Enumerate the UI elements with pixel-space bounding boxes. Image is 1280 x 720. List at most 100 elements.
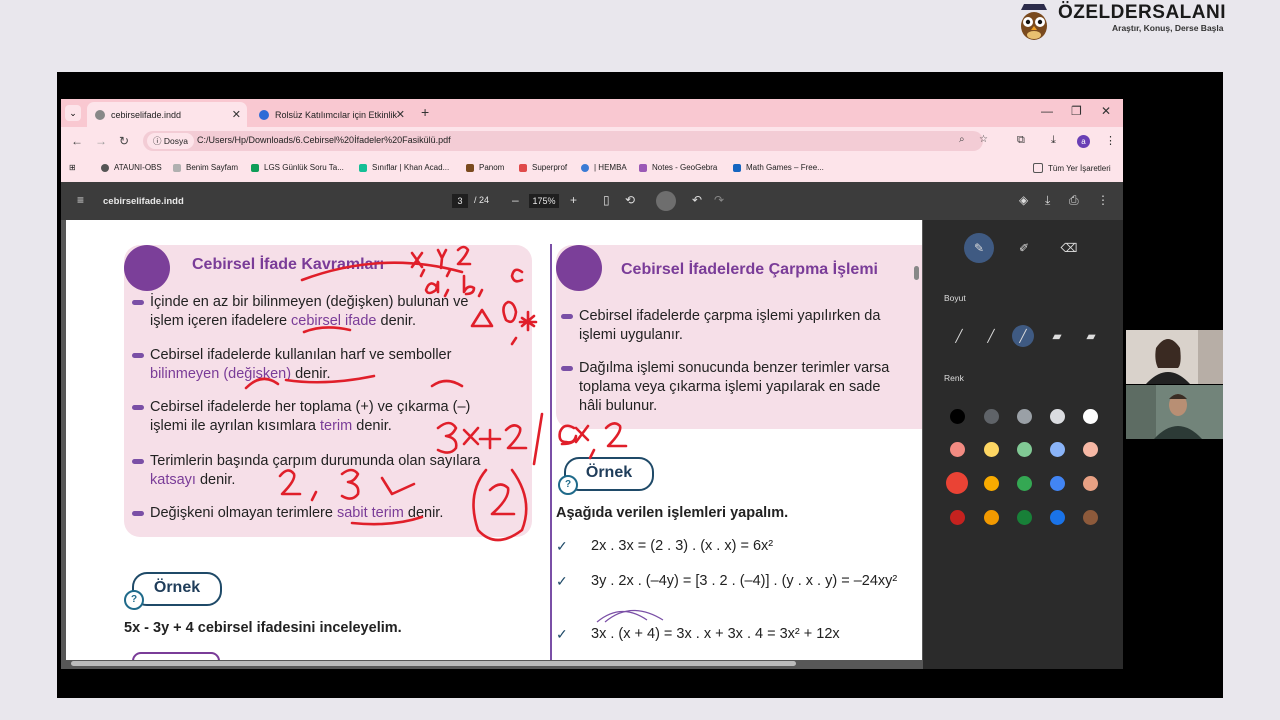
rotate-icon[interactable]: ⟲ (625, 193, 635, 207)
bullet-dagilma: Dağılma işlemi sonucunda benzer terimler… (560, 360, 890, 414)
question-icon: ? (124, 590, 144, 610)
maximize-icon[interactable]: ❐ (1071, 104, 1082, 118)
color-swatch[interactable] (950, 442, 965, 457)
all-bookmarks-folder[interactable]: Tüm Yer İşaretleri (1033, 163, 1111, 173)
tab-label: cebirselifade.indd (111, 109, 182, 120)
address-bar: ← → ↻ ⓘ Dosya C:/Users/Hp/Downloads/6.Ce… (61, 127, 1123, 155)
color-swatch[interactable] (1017, 510, 1032, 525)
bullet-degisken: Cebirsel ifadelerde kullanılan harf ve s… (131, 347, 452, 382)
brand-name: ÖZELDERSALANI (1058, 2, 1226, 23)
bookmark-star-icon[interactable]: ☆ (979, 134, 988, 145)
question-icon: ? (558, 475, 578, 495)
zoom-out-icon[interactable]: – (512, 193, 519, 207)
download-icon[interactable]: ⤓ (1051, 134, 1056, 147)
bookmark-item[interactable]: Panom (466, 163, 504, 172)
menu-kebab-icon[interactable]: ⋮ (1105, 134, 1116, 147)
bookmark-item[interactable]: LGS Günlük Soru Ta... (251, 163, 344, 172)
pdf-viewport[interactable]: Cebirsel İfade Kavramları İçinde en az b… (61, 220, 923, 669)
color-swatch[interactable] (1083, 409, 1098, 424)
color-swatch[interactable] (984, 510, 999, 525)
tab-search-button[interactable]: ⌄ (65, 105, 81, 121)
color-swatch[interactable] (946, 472, 968, 494)
check-icon: ✓ (556, 538, 568, 554)
print-icon[interactable]: ⎙ (1069, 193, 1079, 208)
participant-silhouette-icon (1126, 385, 1223, 439)
bookmark-item[interactable]: Sınıflar | Khan Acad... (359, 163, 449, 172)
size-option[interactable]: ▰ (1080, 325, 1102, 347)
omnibox[interactable]: ⓘ Dosya C:/Users/Hp/Downloads/6.Cebirsel… (143, 131, 988, 151)
eraser-tool-button[interactable]: ⌫ (1054, 233, 1084, 263)
concept-box-left (124, 245, 532, 537)
color-swatch[interactable] (984, 476, 999, 491)
color-swatch[interactable] (984, 442, 999, 457)
color-swatch[interactable] (950, 409, 965, 424)
participant-video-2[interactable] (1126, 385, 1223, 439)
bookmark-item[interactable]: Notes - GeoGebra (639, 163, 717, 172)
size-option[interactable]: ▰ (1046, 325, 1068, 347)
bookmark-item[interactable]: ATAUNI-OBS (101, 163, 162, 172)
color-swatch[interactable] (984, 409, 999, 424)
color-swatch[interactable] (1083, 442, 1098, 457)
fit-page-icon[interactable]: ▯ (603, 193, 610, 207)
operation-3: 3x . (x + 4) = 3x . x + 3x . 4 = 3x² + 1… (591, 626, 840, 642)
size-option-selected[interactable]: ╱ (1012, 325, 1034, 347)
bullet-terim: Cebirsel ifadelerde her toplama (+) ve ç… (131, 399, 471, 434)
horizontal-scrollbar[interactable] (71, 661, 796, 666)
color-swatch[interactable] (1050, 442, 1065, 457)
bookmark-item[interactable]: Math Games – Free... (733, 163, 824, 172)
new-tab-button[interactable]: + (421, 104, 429, 120)
color-swatch[interactable] (1083, 476, 1098, 491)
tab-cebirselifade[interactable]: cebirselifade.indd ✕ (87, 102, 247, 127)
extensions-icon[interactable]: ⧉ (1017, 134, 1025, 147)
reload-icon[interactable]: ↻ (119, 134, 129, 148)
page-number-input[interactable]: 3 (452, 194, 468, 208)
forward-icon[interactable]: → (95, 134, 107, 148)
pdf-toolbar: ≡ cebirselifade.indd 3 / 24 – 175% + ▯ ⟲… (61, 182, 1123, 220)
color-swatch[interactable] (1017, 442, 1032, 457)
color-swatch[interactable] (950, 510, 965, 525)
brand-slogan: Araştır, Konuş, Derse Başla (1112, 23, 1224, 33)
minimize-icon[interactable]: — (1041, 104, 1053, 118)
color-swatch[interactable] (1050, 510, 1065, 525)
undo-icon[interactable]: ↶ (692, 193, 702, 207)
size-option[interactable]: ╱ (980, 325, 1002, 347)
bullet-cebirsel-ifade: İçinde en az bir bilinmeyen (değişken) b… (131, 294, 469, 329)
bookmark-item[interactable]: Benim Sayfam (173, 163, 238, 172)
color-swatch[interactable] (1050, 409, 1065, 424)
zoom-in-icon[interactable]: + (570, 193, 577, 207)
download-icon[interactable]: ⤓ (1045, 193, 1050, 208)
tab-zoom-activity[interactable]: Rolsüz Katılımcılar için Etkinlik ✕ (251, 102, 411, 127)
zoom-lens-icon[interactable]: ⌕ (959, 134, 965, 145)
size-option[interactable]: ╱ (948, 325, 970, 347)
color-swatch[interactable] (1050, 476, 1065, 491)
brand-logo: ÖZELDERSALANI Araştır, Konuş, Derse Başl… (1012, 0, 1242, 44)
pen-tool-button[interactable]: ✎ (964, 233, 994, 263)
bookmark-item[interactable]: | HEMBA (581, 163, 627, 172)
color-swatch[interactable] (1017, 409, 1032, 424)
close-window-icon[interactable]: ✕ (1101, 104, 1111, 118)
box-title-right: Cebirsel İfadelerde Çarpma İşlemi (621, 261, 878, 278)
highlighter-tool-button[interactable]: ✐ (1009, 233, 1039, 263)
more-options-icon[interactable]: ⋮ (1097, 193, 1109, 207)
vertical-scrollbar[interactable] (914, 266, 919, 280)
back-icon[interactable]: ← (71, 134, 83, 148)
color-label: Renk (944, 373, 964, 383)
save-annotations-icon[interactable]: ◈ (1019, 193, 1028, 207)
page-total: / 24 (474, 195, 490, 205)
annotate-pen-button[interactable] (656, 191, 676, 211)
participant-video-1[interactable] (1126, 330, 1223, 384)
color-swatch[interactable] (1017, 476, 1032, 491)
close-tab-icon[interactable]: ✕ (396, 108, 405, 121)
pdf-title: cebirselifade.indd (103, 196, 184, 207)
zoom-level-input[interactable]: 175% (529, 194, 559, 208)
profile-avatar[interactable]: a (1077, 135, 1090, 148)
size-label: Boyut (944, 293, 966, 303)
redo-icon[interactable]: ↷ (714, 193, 724, 207)
bookmark-item[interactable]: Superprof (519, 163, 567, 172)
hamburger-menu-icon[interactable]: ≡ (77, 193, 84, 207)
browser-window: ⌄ cebirselifade.indd ✕ Rolsüz Katılımcıl… (61, 99, 1123, 669)
color-swatch[interactable] (1083, 510, 1098, 525)
site-info-chip[interactable]: ⓘ Dosya (147, 133, 194, 149)
close-tab-icon[interactable]: ✕ (232, 108, 241, 121)
apps-grid-icon[interactable]: ⊞ (69, 163, 76, 172)
